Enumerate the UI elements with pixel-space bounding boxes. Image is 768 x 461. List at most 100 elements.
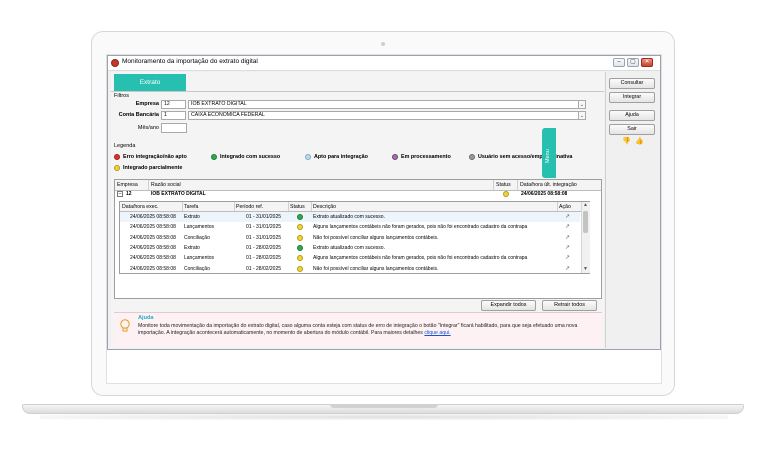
- thumbs-up-icon[interactable]: 👍: [635, 137, 644, 147]
- empresa-name-select[interactable]: IOB EXTRATO DIGITAL ⌄: [188, 100, 586, 109]
- help-link[interactable]: clique aqui.: [424, 330, 450, 336]
- open-action-icon[interactable]: ↗: [565, 223, 570, 230]
- open-action-icon[interactable]: ↗: [565, 254, 570, 261]
- task-cell-tarefa: Extrato: [184, 214, 200, 220]
- task-cell-descricao: Não foi possível conciliar alguns lançam…: [313, 234, 439, 241]
- col-empresa[interactable]: Empresa: [117, 182, 138, 188]
- task-cell-data: 24/06/2025 08:58:08: [130, 244, 176, 251]
- tab-extrato[interactable]: Extrato: [114, 74, 186, 91]
- col-divider: [517, 180, 518, 190]
- col-data-exec[interactable]: Data/hora exec.: [122, 204, 159, 210]
- col-divider: [493, 180, 494, 190]
- task-status-icon: [297, 234, 303, 241]
- help-text: Monitore toda movimentação da importação…: [138, 323, 598, 337]
- scroll-thumb[interactable]: [583, 211, 588, 233]
- ajuda-button[interactable]: Ajuda: [609, 110, 655, 121]
- legend-apto: Apto para integração: [305, 154, 368, 160]
- window-title: Monitoramento da importação do extrato d…: [122, 58, 258, 65]
- consultar-button[interactable]: Consultar: [609, 78, 655, 89]
- help-body: Monitore toda movimentação da importação…: [138, 323, 578, 336]
- task-cell-tarefa: Lançamentos: [184, 224, 215, 231]
- open-action-icon[interactable]: ↗: [565, 244, 570, 251]
- main-content: Extrato Filtros Empresa 12 IOB EXTRATO D…: [111, 72, 604, 348]
- inactive-status-icon: [469, 154, 475, 160]
- minimize-button[interactable]: –: [613, 58, 625, 67]
- task-grid-scrollbar[interactable]: ▲ ▼: [581, 202, 590, 273]
- col-tarefa[interactable]: Tarefa: [184, 204, 198, 210]
- feedback-row: 👎 👍: [612, 137, 654, 147]
- lightbulb-icon: [120, 319, 130, 332]
- col-status[interactable]: Status: [290, 204, 305, 210]
- col-status[interactable]: Status: [496, 182, 511, 188]
- task-cell-data: 24/06/2025 08:58:08: [130, 214, 176, 220]
- company-name: IOB EXTRATO DIGITAL: [151, 191, 206, 197]
- chevron-down-icon[interactable]: ⌄: [578, 112, 585, 119]
- error-status-icon: [114, 154, 120, 160]
- close-button[interactable]: ✕: [641, 58, 653, 67]
- col-divider: [182, 202, 183, 211]
- legend-processing: Em processamento: [392, 154, 451, 160]
- task-status-icon: [297, 255, 303, 262]
- expand-all-button[interactable]: Expandir todos: [481, 300, 536, 311]
- tab-divider: [111, 91, 604, 92]
- task-status-icon: [297, 265, 303, 272]
- col-divider: [234, 202, 235, 211]
- collapse-toggle-icon[interactable]: –: [117, 191, 123, 197]
- task-cell-descricao: Não foi possível conciliar alguns lançam…: [313, 265, 439, 272]
- maximize-button[interactable]: ▢: [627, 58, 639, 67]
- task-cell-periodo: 01 - 28/02/2025: [246, 244, 282, 251]
- open-action-icon[interactable]: ↗: [565, 213, 570, 220]
- company-status-icon: [503, 191, 509, 197]
- company-row[interactable]: – 12 IOB EXTRATO DIGITAL 24/06/2025 08:5…: [115, 190, 601, 199]
- task-grid-header: Data/hora exec. Tarefa Período ref. Stat…: [120, 202, 589, 212]
- task-grid-body: 24/06/2025 08:58:08 Extrato 01 - 31/01/202…: [120, 212, 580, 274]
- task-cell-descricao: Alguns lançamentos contábeis não foram g…: [313, 255, 528, 262]
- scroll-up-icon[interactable]: ▲: [583, 202, 588, 208]
- task-row[interactable]: 24/06/2025 08:58:08 Extrato 01 - 28/02/202…: [120, 243, 580, 253]
- legend-apto-label: Apto para integração: [314, 154, 368, 160]
- task-cell-descricao: Extrato atualizado com sucesso.: [313, 214, 385, 220]
- empresa-label: Empresa: [135, 101, 159, 107]
- company-grid: Empresa Razão social Status Data/hora úl…: [114, 179, 602, 299]
- conta-label: Conta Bancária: [118, 112, 159, 118]
- chevron-down-icon[interactable]: ⌄: [578, 101, 585, 108]
- conta-name-select[interactable]: CAIXA ECONOMICA FEDERAL ⌄: [188, 111, 586, 120]
- col-periodo[interactable]: Período ref.: [236, 204, 263, 210]
- task-cell-tarefa: Conciliação: [184, 234, 210, 241]
- task-cell-tarefa: Conciliação: [184, 265, 210, 272]
- legend-success-label: Integrado com sucesso: [220, 154, 281, 160]
- task-row[interactable]: 24/06/2025 08:58:08 Conciliação 01 - 31/01…: [120, 233, 580, 243]
- processing-status-icon: [392, 154, 398, 160]
- col-data-integracao[interactable]: Data/hora últ. integração: [520, 182, 577, 188]
- title-bar: Monitoramento da importação do extrato d…: [108, 56, 660, 71]
- empresa-code-field[interactable]: 12: [161, 100, 186, 109]
- open-action-icon[interactable]: ↗: [565, 265, 570, 272]
- scroll-down-icon[interactable]: ▼: [583, 266, 588, 272]
- task-cell-periodo: 01 - 31/01/2025: [246, 224, 282, 231]
- success-status-icon: [211, 154, 217, 160]
- task-row[interactable]: 24/06/2025 08:58:08 Conciliação 01 - 28/02…: [120, 264, 580, 274]
- task-cell-data: 24/06/2025 08:58:08: [130, 224, 176, 231]
- legend-partial-label: Integrado parcialmente: [123, 165, 183, 171]
- col-descricao[interactable]: Descrição: [313, 204, 336, 210]
- mesano-field[interactable]: [161, 123, 187, 133]
- conta-name-value: CAIXA ECONOMICA FEDERAL: [191, 112, 265, 118]
- legend-success: Integrado com sucesso: [211, 154, 280, 160]
- col-razao-social[interactable]: Razão social: [151, 182, 181, 188]
- thumbs-down-icon[interactable]: 👎: [622, 137, 631, 147]
- col-acao[interactable]: Ação: [559, 204, 571, 210]
- conta-code-field[interactable]: 1: [161, 111, 186, 120]
- task-row[interactable]: 24/06/2025 08:58:08 Lançamentos 01 - 28/02…: [120, 253, 580, 263]
- sair-button[interactable]: Sair: [609, 124, 655, 135]
- task-status-icon: [297, 224, 303, 231]
- mesano-label: Mês/ano: [137, 125, 159, 131]
- open-action-icon[interactable]: ↗: [565, 234, 570, 241]
- task-row[interactable]: 24/06/2025 08:58:08 Extrato 01 - 31/01/202…: [120, 212, 580, 222]
- laptop-notch: [330, 404, 438, 408]
- integrar-button[interactable]: Integrar: [609, 92, 655, 103]
- collapse-all-button[interactable]: Retrair todos: [542, 300, 597, 311]
- task-row[interactable]: 24/06/2025 08:58:08 Lançamentos 01 - 31/01…: [120, 222, 580, 232]
- col-divider: [148, 180, 149, 190]
- task-status-icon: [297, 244, 303, 251]
- task-cell-periodo: 01 - 28/02/2025: [246, 255, 282, 262]
